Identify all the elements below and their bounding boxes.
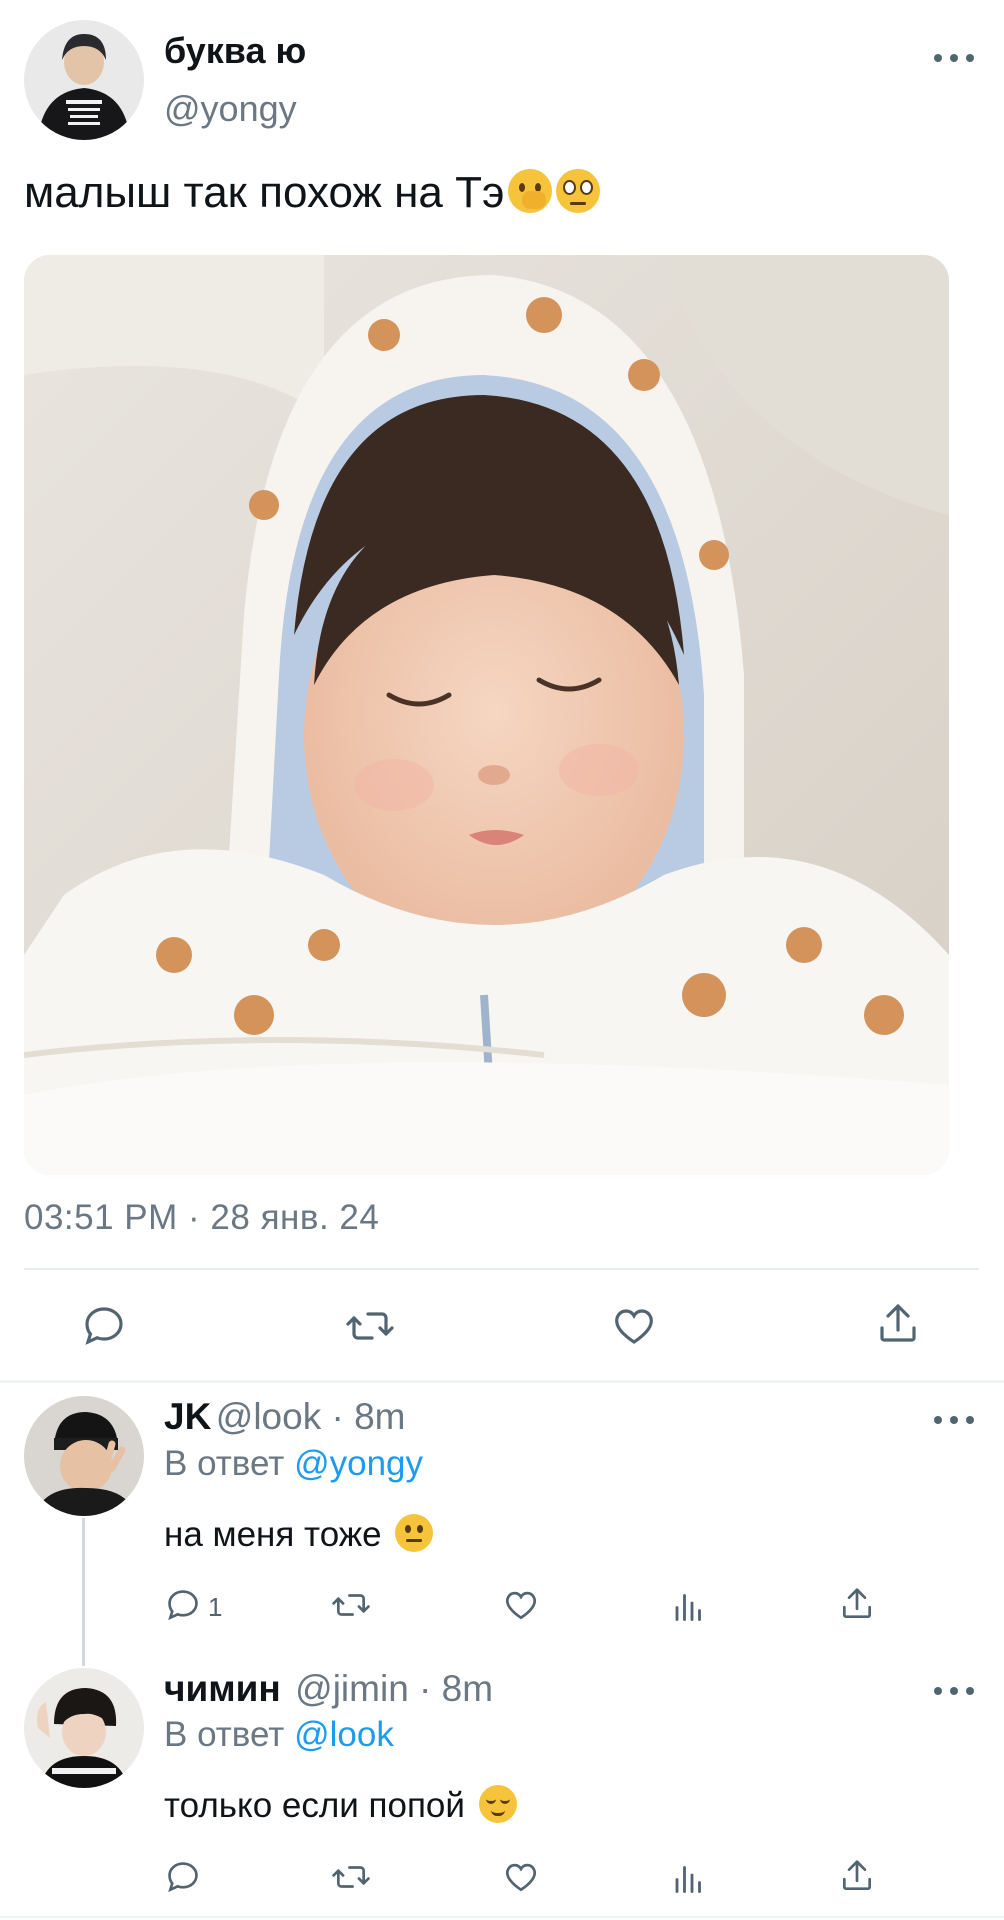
pleading-face-emoji-icon: [556, 169, 601, 213]
share-icon[interactable]: [874, 1300, 922, 1353]
more-icon[interactable]: [934, 1685, 974, 1697]
reply-header: JK @look · 8m: [164, 1396, 405, 1438]
reply-meta: @look · 8m: [215, 1396, 406, 1437]
retweet-icon[interactable]: [344, 1302, 396, 1355]
reply-icon[interactable]: [164, 1858, 202, 1901]
neutral-face-emoji-icon: [395, 1514, 434, 1552]
reply-meta: @jimin · 8m: [295, 1668, 494, 1709]
more-icon[interactable]: [934, 1414, 974, 1426]
section-divider: [0, 1380, 1004, 1383]
thread-line: [82, 1518, 85, 1666]
more-icon[interactable]: [934, 52, 974, 64]
reply-icon[interactable]: [164, 1586, 202, 1629]
reply-to-prefix: В ответ: [164, 1715, 285, 1754]
reply-avatar[interactable]: [24, 1668, 144, 1788]
reply-text: только если попой: [164, 1785, 517, 1826]
tweet-photo[interactable]: [24, 255, 949, 1175]
like-icon[interactable]: [610, 1302, 658, 1355]
reply-to-link[interactable]: @yongy: [294, 1444, 423, 1483]
tweet-text-content: малыш так похож на Тэ: [24, 168, 505, 217]
retweet-icon[interactable]: [330, 1586, 372, 1629]
hand-over-mouth-emoji-icon: [508, 169, 553, 213]
author-handle[interactable]: @yongy: [164, 88, 297, 130]
relieved-face-emoji-icon: [478, 1785, 517, 1823]
like-icon[interactable]: [502, 1858, 540, 1901]
reply-text-content: только если попой: [164, 1786, 465, 1825]
author-display-name[interactable]: буква ю: [164, 30, 306, 72]
views-icon[interactable]: [670, 1860, 708, 1901]
views-icon[interactable]: [670, 1588, 708, 1629]
author-avatar[interactable]: [24, 20, 144, 140]
reply-to-line: В ответ @look: [164, 1715, 394, 1755]
reply-count: 1: [208, 1592, 223, 1622]
reply-text-content: на меня тоже: [164, 1515, 382, 1554]
reply-to-line: В ответ @yongy: [164, 1444, 423, 1484]
reply-display-name[interactable]: JK: [164, 1396, 211, 1437]
tweet-text: малыш так похож на Тэ: [24, 168, 601, 218]
reply-display-name[interactable]: чимин: [164, 1668, 281, 1709]
share-icon[interactable]: [838, 1585, 876, 1628]
reply-text: на меня тоже: [164, 1514, 434, 1555]
divider: [24, 1268, 979, 1270]
tweet-timestamp[interactable]: 03:51 PM · 28 янв. 24: [24, 1198, 379, 1238]
share-icon[interactable]: [838, 1857, 876, 1900]
section-divider: [0, 1916, 1004, 1918]
reply-to-link[interactable]: @look: [294, 1715, 394, 1754]
reply-action[interactable]: 1: [164, 1586, 222, 1629]
reply-to-prefix: В ответ: [164, 1444, 285, 1483]
like-icon[interactable]: [502, 1586, 540, 1629]
retweet-icon[interactable]: [330, 1858, 372, 1901]
reply-avatar[interactable]: [24, 1396, 144, 1516]
reply-icon[interactable]: [80, 1302, 128, 1355]
reply-header: чимин @jimin · 8m: [164, 1668, 493, 1710]
